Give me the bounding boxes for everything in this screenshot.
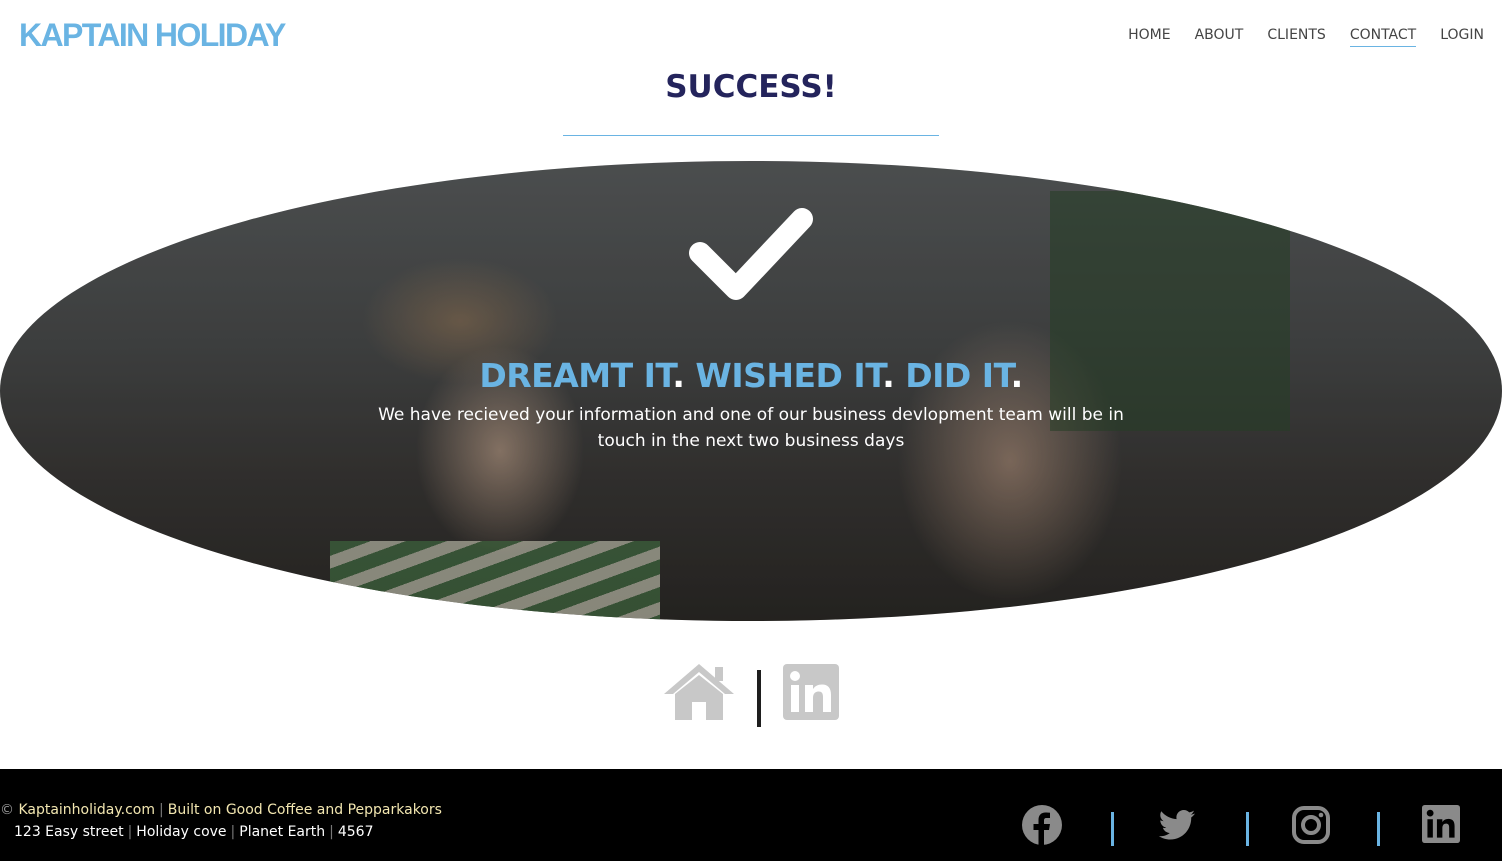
instagram-icon[interactable] bbox=[1291, 805, 1331, 845]
nav-about[interactable]: ABOUT bbox=[1195, 25, 1244, 47]
main-nav: HOME ABOUT CLIENTS CONTACT LOGIN bbox=[1128, 25, 1484, 47]
address-zip: 4567 bbox=[337, 824, 374, 840]
footer-separator: | bbox=[159, 802, 164, 818]
site-logo[interactable]: KAPTAIN HOLIDAY bbox=[19, 14, 286, 56]
home-icon[interactable] bbox=[662, 662, 736, 722]
nav-login[interactable]: LOGIN bbox=[1440, 25, 1484, 47]
slogan-dot-2: . bbox=[882, 356, 895, 395]
hero-slogan: DREAMT IT. WISHED IT. DID IT. bbox=[0, 355, 1502, 397]
linkedin-icon[interactable] bbox=[1422, 805, 1460, 843]
twitter-icon[interactable] bbox=[1157, 805, 1197, 845]
facebook-icon[interactable] bbox=[1022, 805, 1062, 845]
slogan-dot-3: . bbox=[1010, 356, 1024, 395]
slogan-word-1: DREAMT IT bbox=[479, 356, 673, 395]
address-street: 123 Easy street bbox=[14, 824, 124, 840]
title-underline bbox=[563, 135, 939, 136]
address-planet: Planet Earth bbox=[239, 824, 326, 840]
footer-separator: | bbox=[329, 824, 334, 840]
footer-address: 123 Easy street | Holiday cove | Planet Eart… bbox=[14, 823, 374, 841]
address-area: Holiday cove bbox=[136, 824, 227, 840]
nav-home[interactable]: HOME bbox=[1128, 25, 1170, 47]
confirmation-message: We have recieved your information and on… bbox=[378, 405, 1124, 451]
footer-separator: | bbox=[230, 824, 236, 840]
copyright-symbol: © bbox=[0, 802, 14, 818]
social-divider bbox=[1377, 812, 1380, 846]
page-title: SUCCESS! bbox=[665, 69, 837, 105]
icon-divider bbox=[757, 670, 761, 727]
footer-site-link[interactable]: Kaptainholiday.com bbox=[18, 802, 155, 818]
footer-credits: © Kaptainholiday.com | Built on Good Coffe… bbox=[0, 801, 442, 819]
hero-banner: DREAMT IT. WISHED IT. DID IT. We have re… bbox=[0, 161, 1502, 621]
nav-clients[interactable]: CLIENTS bbox=[1267, 25, 1325, 47]
slogan-dot-1: . bbox=[672, 356, 685, 395]
nav-contact[interactable]: CONTACT bbox=[1349, 25, 1417, 47]
footer-tagline: Built on Good Coffee and Pepparkakors bbox=[167, 802, 442, 818]
slogan-word-2: WISHED IT bbox=[695, 356, 883, 395]
check-icon bbox=[689, 208, 813, 300]
footer-separator: | bbox=[127, 824, 133, 840]
social-divider bbox=[1246, 812, 1249, 846]
slogan-word-3: DID IT bbox=[905, 356, 1011, 395]
site-footer: © Kaptainholiday.com | Built on Good Coffe… bbox=[0, 769, 1502, 861]
social-divider bbox=[1111, 812, 1114, 846]
linkedin-icon[interactable] bbox=[783, 664, 839, 720]
